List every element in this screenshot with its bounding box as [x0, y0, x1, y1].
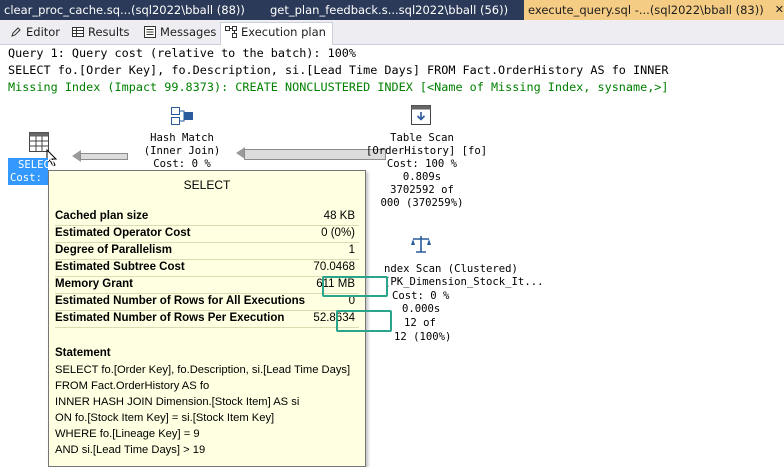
- hash-match-title: Hash Match: [150, 132, 214, 144]
- query-sql-text: SELECT fo.[Order Key], fo.Description, s…: [8, 63, 669, 77]
- statement-line: FROM Fact.OrderHistory AS fo: [55, 380, 210, 392]
- doc-tab-get-plan-feedback[interactable]: get_plan_feedback.s...sql2022\bball (56)…: [266, 0, 526, 20]
- table-scan-cost: Cost: 100 %: [386, 158, 458, 170]
- tooltip-value: 48 KB: [323, 210, 355, 222]
- tooltip-key: Degree of Parallelism: [55, 244, 172, 256]
- tab-messages[interactable]: Messages: [140, 23, 222, 42]
- table-scan-rows-estimate: 000 (370259%): [380, 197, 464, 209]
- index-scan-time: 0.000s: [402, 303, 441, 315]
- close-icon[interactable]: ✕: [775, 0, 784, 20]
- tooltip-key: Estimated Number of Rows Per Execution: [55, 312, 285, 324]
- statement-line: SELECT fo.[Order Key], fo.Description, s…: [55, 364, 351, 376]
- data-flow-arrow: [80, 153, 128, 160]
- tab-execution-plan[interactable]: Execution plan: [220, 22, 333, 45]
- memory-grant-highlight: [322, 276, 388, 297]
- select-node-selection: SELECT Cost:: [8, 158, 56, 185]
- select-tooltip: SELECT Cached plan size 48 KB Estimated …: [48, 170, 392, 467]
- missing-index-hint[interactable]: Missing Index (Impact 99.8373): CREATE N…: [8, 80, 669, 94]
- table-scan-rows: 3702592 of: [390, 184, 454, 196]
- table-scan-node[interactable]: Table Scan [OrderHistory] [fo] Cost: 100…: [366, 104, 488, 214]
- index-scan-title: ndex Scan (Clustered): [384, 263, 518, 275]
- doc-tab-clear-proc-cache[interactable]: clear_proc_cache.sq...(sql2022\bball (88…: [0, 0, 266, 20]
- execution-plan-icon: [225, 26, 237, 38]
- tooltip-key: Estimated Operator Cost: [55, 227, 191, 239]
- doc-tab-execute-query[interactable]: execute_query.sql -...(sql2022\bball (83…: [524, 0, 784, 20]
- table-scan-title: Table Scan: [390, 132, 454, 144]
- statement-line: INNER HASH JOIN Dimension.[Stock Item] A…: [55, 396, 300, 408]
- tooltip-row-rows-per-execution: Estimated Number of Rows Per Execution 5…: [55, 311, 359, 328]
- result-tabs: Editor Results Messages Execution plan: [0, 20, 784, 45]
- doc-tab-label: clear_proc_cache.sq...(sql2022\bball (88…: [4, 3, 245, 17]
- hash-match-type: (Inner Join): [143, 145, 221, 157]
- tooltip-key: Estimated Subtree Cost: [55, 261, 185, 273]
- hash-match-icon: [171, 107, 193, 125]
- table-scan-time: 0.809s: [402, 171, 442, 183]
- rows-per-execution-highlight: [336, 310, 392, 332]
- tab-label: Messages: [160, 25, 217, 39]
- messages-icon: [144, 26, 156, 38]
- hash-match-node[interactable]: Hash Match (Inner Join) Cost: 0 %: [130, 104, 234, 170]
- index-scan-object: [PK_Dimension_Stock_It...: [384, 276, 544, 288]
- tooltip-row: Estimated Number of Rows for All Executi…: [55, 294, 359, 311]
- tooltip-row-memory-grant: Memory Grant 611 MB: [55, 277, 359, 294]
- query-cost-header: Query 1: Query cost (relative to the bat…: [8, 46, 357, 60]
- index-scan-node[interactable]: ndex Scan (Clustered) [PK_Dimension_Stoc…: [384, 233, 544, 343]
- tab-editor[interactable]: Editor: [6, 23, 66, 42]
- pencil-icon: [11, 27, 21, 37]
- tooltip-value: 0 (0%): [321, 227, 355, 239]
- document-tab-strip: clear_proc_cache.sq...(sql2022\bball (88…: [0, 0, 784, 20]
- tooltip-title: SELECT: [183, 178, 231, 192]
- tooltip-row: Degree of Parallelism 1: [55, 243, 359, 260]
- tab-results[interactable]: Results: [68, 23, 136, 42]
- index-scan-rows-estimate: 12 (100%): [394, 331, 452, 343]
- tooltip-key: Estimated Number of Rows for All Executi…: [55, 295, 306, 307]
- table-scan-object: [OrderHistory] [fo]: [366, 145, 488, 157]
- tab-label: Editor: [26, 25, 61, 39]
- tab-label: Results: [88, 25, 130, 39]
- tooltip-row: Estimated Operator Cost 0 (0%): [55, 226, 359, 243]
- tab-label: Execution plan: [241, 25, 326, 39]
- tooltip-key: Cached plan size: [55, 210, 149, 222]
- doc-tab-label: get_plan_feedback.s...sql2022\bball (56)…: [270, 3, 509, 17]
- tooltip-value: 1: [348, 244, 355, 256]
- tooltip-row: Estimated Subtree Cost 70.0468: [55, 260, 359, 277]
- tooltip-key: Memory Grant: [55, 278, 133, 290]
- grid-icon: [72, 27, 84, 37]
- clustered-index-scan-icon: [411, 236, 431, 253]
- index-scan-rows: 12 of: [404, 317, 436, 329]
- index-scan-cost: Cost: 0 %: [392, 290, 450, 302]
- tooltip-row: Cached plan size 48 KB: [55, 209, 359, 226]
- statement-title: Statement: [55, 347, 111, 359]
- statement-line: WHERE fo.[Lineage Key] = 9: [55, 428, 200, 440]
- statement-line: ON fo.[Stock Item Key] = si.[Stock Item …: [55, 412, 275, 424]
- select-node-cost: Cost:: [10, 172, 42, 184]
- tooltip-value: 70.0468: [313, 261, 355, 273]
- doc-tab-label: execute_query.sql -...(sql2022\bball (83…: [528, 3, 764, 17]
- statement-line: AND si.[Lead Time Days] > 19: [55, 444, 206, 456]
- data-flow-arrow: [244, 149, 386, 160]
- table-scan-icon: [411, 105, 431, 125]
